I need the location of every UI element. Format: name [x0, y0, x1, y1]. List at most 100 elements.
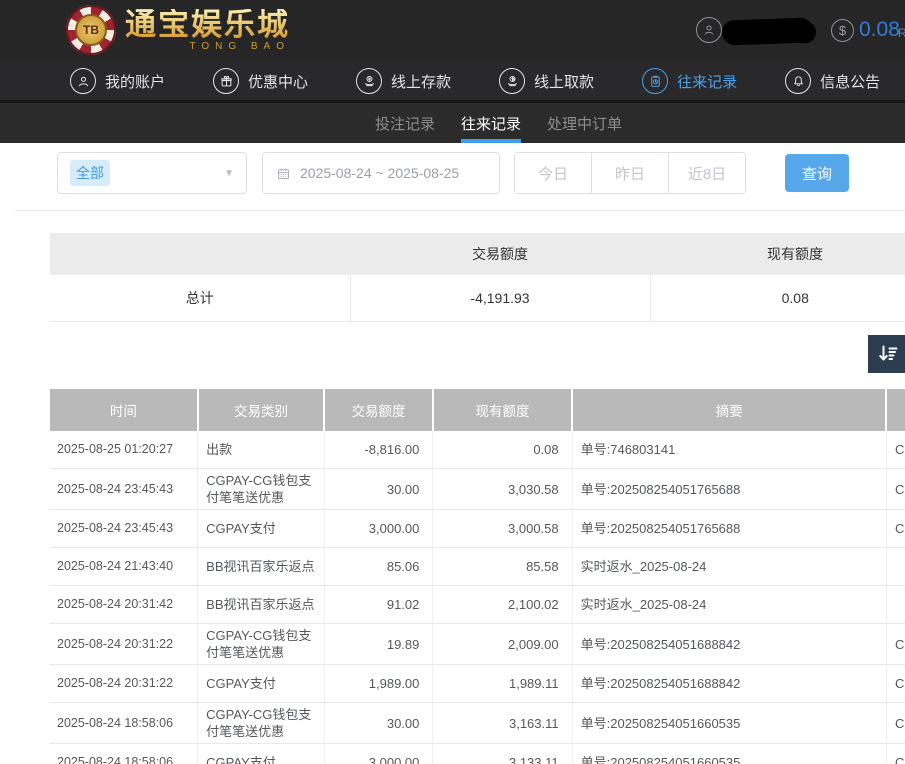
nav-item-promotions[interactable]: 优惠中心 [213, 68, 308, 94]
cell-balance: 3,133.11 [433, 744, 572, 764]
sort-descending-icon [876, 342, 900, 366]
gift-icon [213, 68, 239, 94]
chip-badge: TB [75, 14, 107, 46]
quick-range-group: 今日 昨日 近8日 [514, 152, 746, 194]
nav-label: 线上取款 [534, 71, 594, 92]
nav-label: 我的账户 [105, 71, 165, 92]
header-type: 交易类别 [198, 389, 325, 431]
person-icon[interactable] [696, 17, 722, 43]
header-balance: 现有额度 [433, 389, 572, 431]
cell-summary: 单号:202508254051765688 [572, 469, 886, 510]
cell-remark: CG钱包 [886, 510, 905, 548]
today-button[interactable]: 今日 [515, 153, 591, 193]
tab-bet-records[interactable]: 投注记录 [375, 103, 435, 143]
cell-balance: 2,100.02 [433, 586, 572, 624]
balance-amount: 0.08 [859, 18, 900, 42]
summary-total-balance: 0.08 [650, 275, 905, 322]
cell-summary: 单号:202508254051765688 [572, 510, 886, 548]
cell-summary: 单号:202508254051688842 [572, 624, 886, 665]
filter-bar: 全部 ▼ 2025-08-24 ~ 2025-08-25 今日 昨日 近8日 查… [57, 152, 849, 194]
cell-time: 2025-08-24 23:45:43 [50, 469, 198, 510]
records-table: 时间 交易类别 交易额度 现有额度 摘要 备注 2025-08-25 01:20… [50, 389, 905, 764]
cell-balance: 0.08 [433, 431, 572, 469]
logo-text: 通宝娱乐城 TONG BAO [125, 9, 290, 52]
poker-chip-icon: TB [66, 5, 116, 55]
cell-time: 2025-08-24 23:45:43 [50, 510, 198, 548]
cell-summary: 实时返水_2025-08-24 [572, 548, 886, 586]
summary-total-amount: -4,191.93 [350, 275, 650, 322]
cell-balance: 2,009.00 [433, 624, 572, 665]
logo-subtitle: TONG BAO [125, 42, 290, 52]
section-divider [15, 210, 905, 211]
cell-remark: CG钱包 [886, 469, 905, 510]
currency-label: R [898, 26, 905, 40]
deposit-icon [356, 68, 382, 94]
last-8-days-button[interactable]: 近8日 [668, 153, 745, 193]
date-range-input[interactable]: 2025-08-24 ~ 2025-08-25 [262, 152, 500, 194]
table-row: 2025-08-24 18:58:06 CGPAY-CG钱包支付笔笔送优惠 30… [50, 703, 905, 744]
top-bar: TB 通宝娱乐城 TONG BAO $ 0.08 R [0, 0, 905, 62]
table-row: 2025-08-24 20:31:22 CGPAY-CG钱包支付笔笔送优惠 19… [50, 624, 905, 665]
logo-title: 通宝娱乐城 [125, 9, 290, 40]
cell-remark: CG钱包 [886, 703, 905, 744]
nav-item-transaction-records[interactable]: 往来记录 [642, 68, 737, 94]
cell-type: CGPAY支付 [198, 510, 325, 548]
cell-time: 2025-08-25 01:20:27 [50, 431, 198, 469]
tab-transaction-records[interactable]: 往来记录 [461, 103, 521, 143]
withdraw-icon [499, 68, 525, 94]
query-button[interactable]: 查询 [785, 154, 849, 192]
cell-remark: CG钱包 [886, 744, 905, 764]
nav-label: 优惠中心 [248, 71, 308, 92]
table-row: 2025-08-25 01:20:27 出款 -8,816.00 0.08 单号… [50, 431, 905, 469]
summary-header-blank [50, 233, 350, 275]
redacted-username [722, 17, 815, 45]
nav-label: 线上存款 [391, 71, 451, 92]
summary-total-row: 总计 -4,191.93 0.08 [50, 275, 905, 322]
cell-remark [886, 548, 905, 586]
header-remark: 备注 [886, 389, 905, 431]
cell-amount: 1,989.00 [324, 665, 433, 703]
cell-amount: 91.02 [324, 586, 433, 624]
type-select-value: 全部 [70, 160, 110, 186]
records-header-row: 时间 交易类别 交易额度 现有额度 摘要 备注 [50, 389, 905, 431]
nav-item-announcements[interactable]: 信息公告 [785, 68, 880, 94]
coin-icon: $ [831, 19, 854, 42]
caret-down-icon: ▼ [224, 168, 234, 179]
tab-label: 处理中订单 [547, 113, 622, 134]
cell-time: 2025-08-24 21:43:40 [50, 548, 198, 586]
cell-type: 出款 [198, 431, 325, 469]
header-time: 时间 [50, 389, 198, 431]
tab-pending-orders[interactable]: 处理中订单 [547, 103, 622, 143]
summary-header-row: 交易额度 现有额度 [50, 233, 905, 275]
cell-amount: 85.06 [324, 548, 433, 586]
transaction-records-page: TB 通宝娱乐城 TONG BAO $ 0.08 R 我的账户 优惠中心 [0, 0, 905, 764]
table-row: 2025-08-24 21:43:40 BB视讯百家乐返点 85.06 85.5… [50, 548, 905, 586]
site-logo[interactable]: TB 通宝娱乐城 TONG BAO [66, 5, 290, 55]
date-range-value: 2025-08-24 ~ 2025-08-25 [300, 165, 459, 181]
cell-remark [886, 586, 905, 624]
header-amount: 交易额度 [324, 389, 433, 431]
type-select[interactable]: 全部 ▼ [57, 152, 247, 194]
cell-amount: 19.89 [324, 624, 433, 665]
sort-button[interactable] [868, 335, 905, 373]
nav-item-withdraw[interactable]: 线上取款 [499, 68, 594, 94]
cell-remark: CG钱包 [886, 624, 905, 665]
cell-balance: 1,989.11 [433, 665, 572, 703]
summary-header-amount: 交易额度 [350, 233, 650, 275]
cell-type: CGPAY支付 [198, 665, 325, 703]
cell-amount: 3,000.00 [324, 510, 433, 548]
summary-table: 交易额度 现有额度 总计 -4,191.93 0.08 [50, 233, 905, 322]
cell-type: CGPAY-CG钱包支付笔笔送优惠 [198, 624, 325, 665]
records-icon [642, 68, 668, 94]
table-row: 2025-08-24 18:58:06 CGPAY支付 3,000.00 3,1… [50, 744, 905, 764]
nav-item-my-account[interactable]: 我的账户 [70, 68, 165, 94]
cell-amount: 3,000.00 [324, 744, 433, 764]
bell-icon [785, 68, 811, 94]
tab-label: 往来记录 [461, 113, 521, 134]
cell-balance: 85.58 [433, 548, 572, 586]
yesterday-button[interactable]: 昨日 [591, 153, 668, 193]
table-row: 2025-08-24 23:45:43 CGPAY-CG钱包支付笔笔送优惠 30… [50, 469, 905, 510]
cell-summary: 单号:202508254051688842 [572, 665, 886, 703]
cell-amount: -8,816.00 [324, 431, 433, 469]
nav-item-deposit[interactable]: 线上存款 [356, 68, 451, 94]
